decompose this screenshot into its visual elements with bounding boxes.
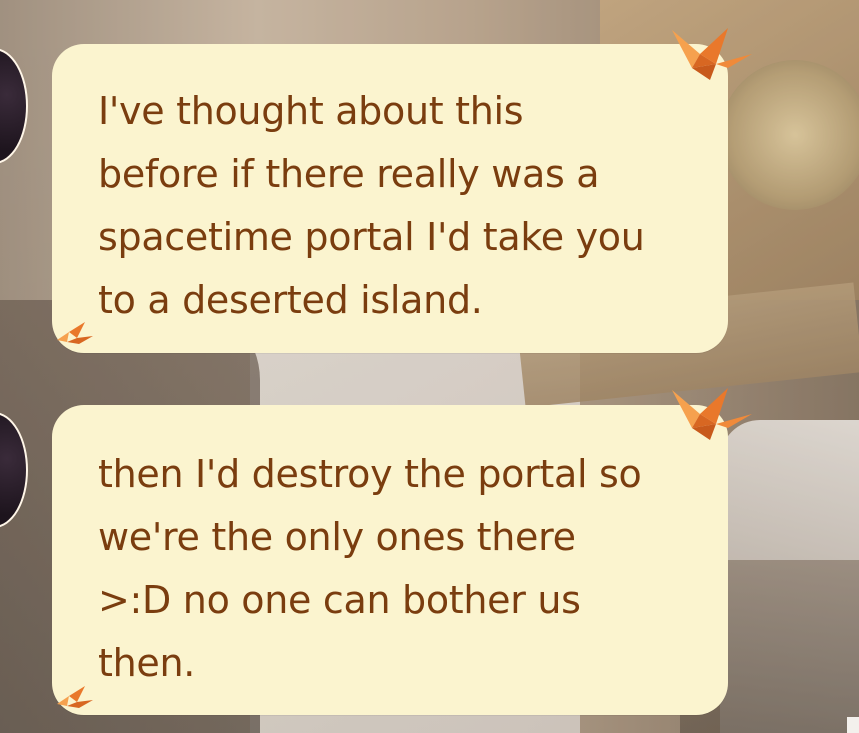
corner-edge: [847, 717, 859, 733]
paper-crane-icon: [57, 686, 93, 708]
message-bubble[interactable]: I've thought about this before if there …: [52, 44, 728, 353]
message-text: then I'd destroy the portal so we're the…: [98, 452, 642, 685]
message-bubble[interactable]: then I'd destroy the portal so we're the…: [52, 405, 728, 715]
paper-crane-icon: [672, 388, 752, 440]
paper-crane-icon: [672, 28, 752, 80]
paper-crane-icon: [57, 322, 93, 344]
message-text: I've thought about this before if there …: [98, 89, 645, 322]
